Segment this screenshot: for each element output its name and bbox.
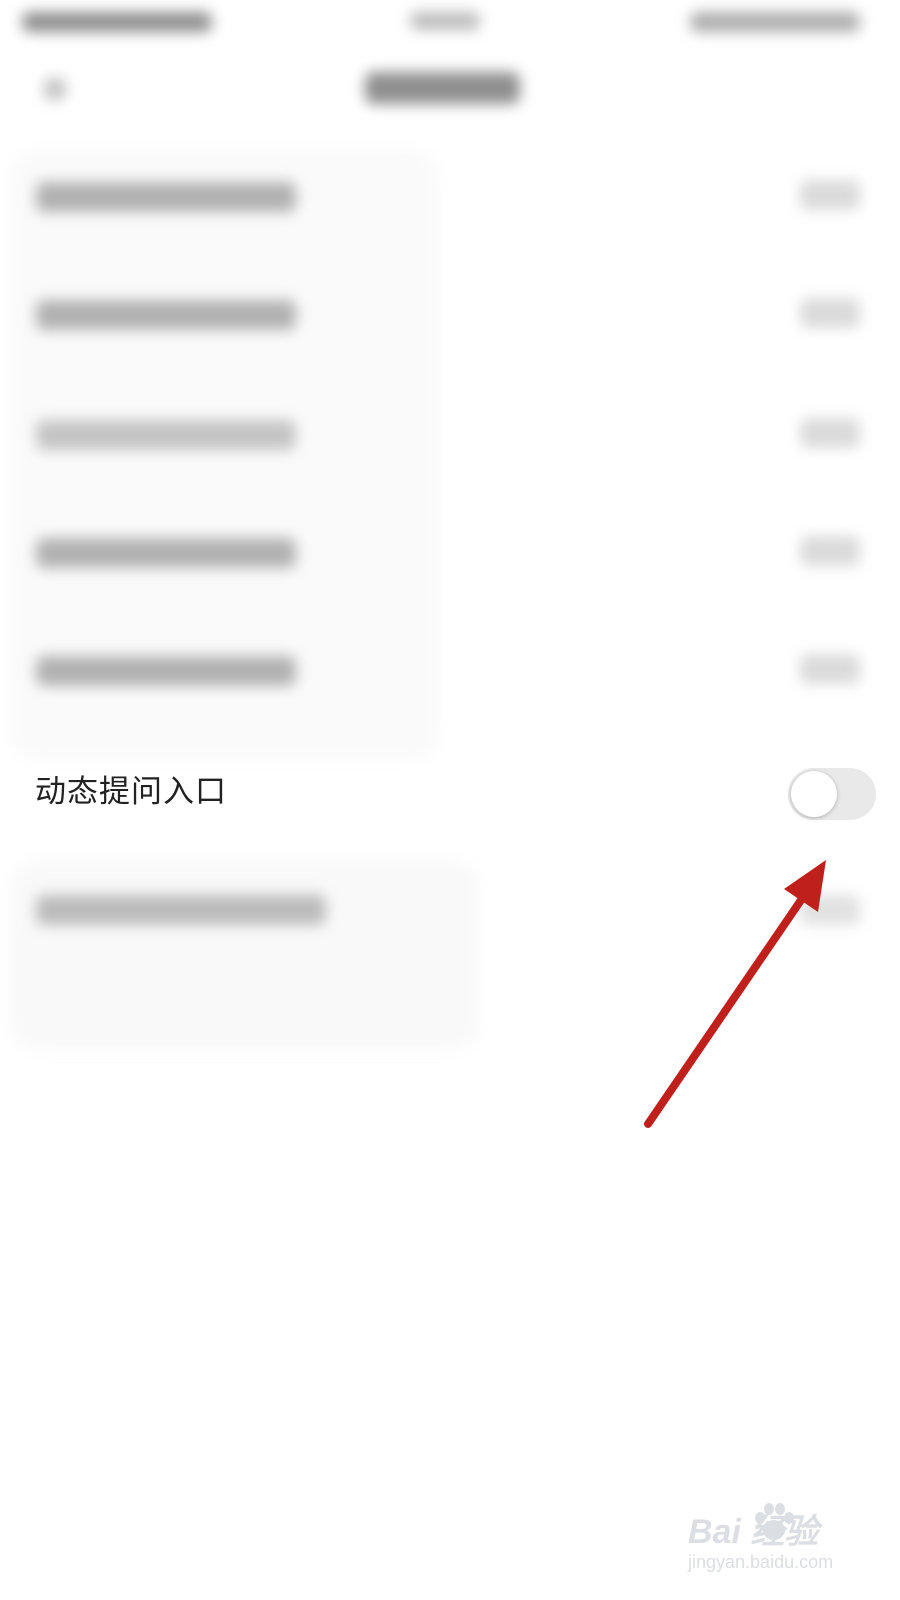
watermark-url: jingyan.baidu.com: [688, 1552, 834, 1572]
settings-row-value-blurred: [800, 180, 860, 210]
settings-row-value-blurred: [800, 536, 860, 566]
baidu-jingyan-watermark: Bai 经验 jingyan.baidu.com: [688, 1500, 888, 1590]
settings-row-value-blurred: [800, 298, 860, 328]
status-bar-blurred-center: [410, 12, 480, 30]
settings-row-value-blurred: [800, 895, 860, 925]
status-bar-blurred-right: [690, 12, 860, 32]
page-title-blurred: [365, 72, 520, 104]
paw-icon: [755, 1503, 794, 1540]
dynamic-question-entry-label: 动态提问入口: [35, 774, 227, 810]
dynamic-question-entry-toggle[interactable]: [788, 768, 876, 820]
blur-halo: [10, 860, 480, 1050]
toggle-knob[interactable]: [791, 771, 837, 817]
settings-screen: 动态提问入口 Bai 经验 jingyan.baidu.com: [0, 0, 900, 1600]
back-button-blurred: [44, 78, 66, 100]
settings-row-value-blurred: [800, 654, 860, 684]
blur-halo: [10, 150, 440, 760]
settings-row-value-blurred: [800, 418, 860, 448]
dynamic-question-entry-row[interactable]: 动态提问入口: [0, 742, 900, 842]
status-bar-blurred-left: [22, 12, 212, 32]
